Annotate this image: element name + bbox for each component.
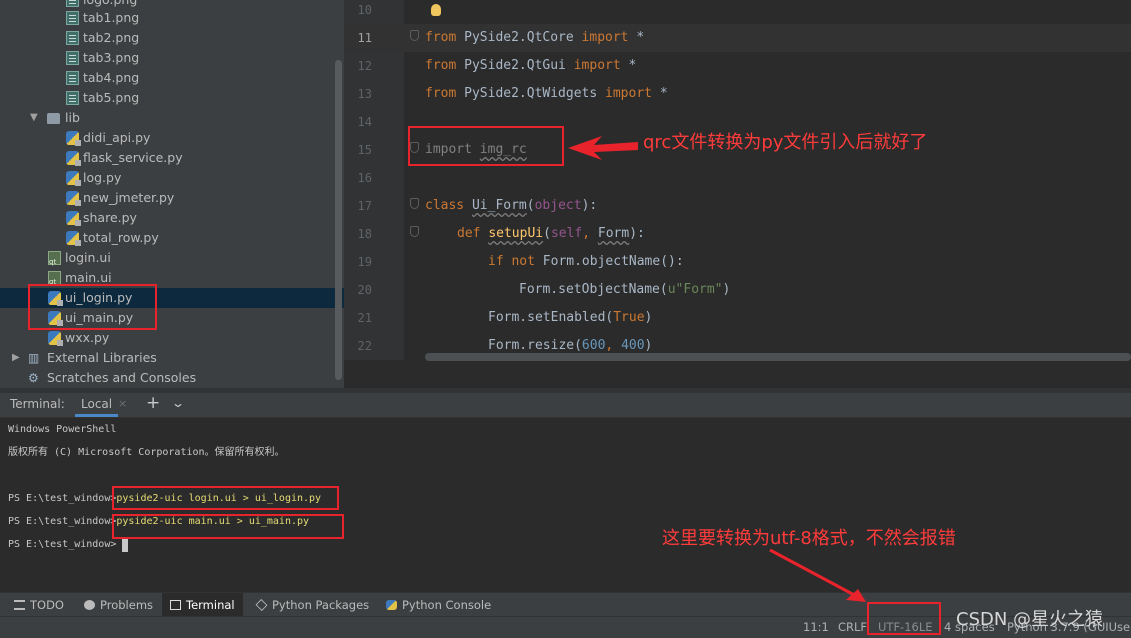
annotation-note-encoding: 这里要转换为utf-8格式，不然会报错: [662, 528, 956, 549]
annotation-note-qrc: qrc文件转换为py文件引入后就好了: [643, 132, 928, 153]
watermark: CSDN @星火之猿: [956, 609, 1104, 630]
annotation-arrows: [568, 136, 866, 602]
arrow-icon: [568, 136, 638, 160]
arrow-line: [769, 548, 859, 599]
